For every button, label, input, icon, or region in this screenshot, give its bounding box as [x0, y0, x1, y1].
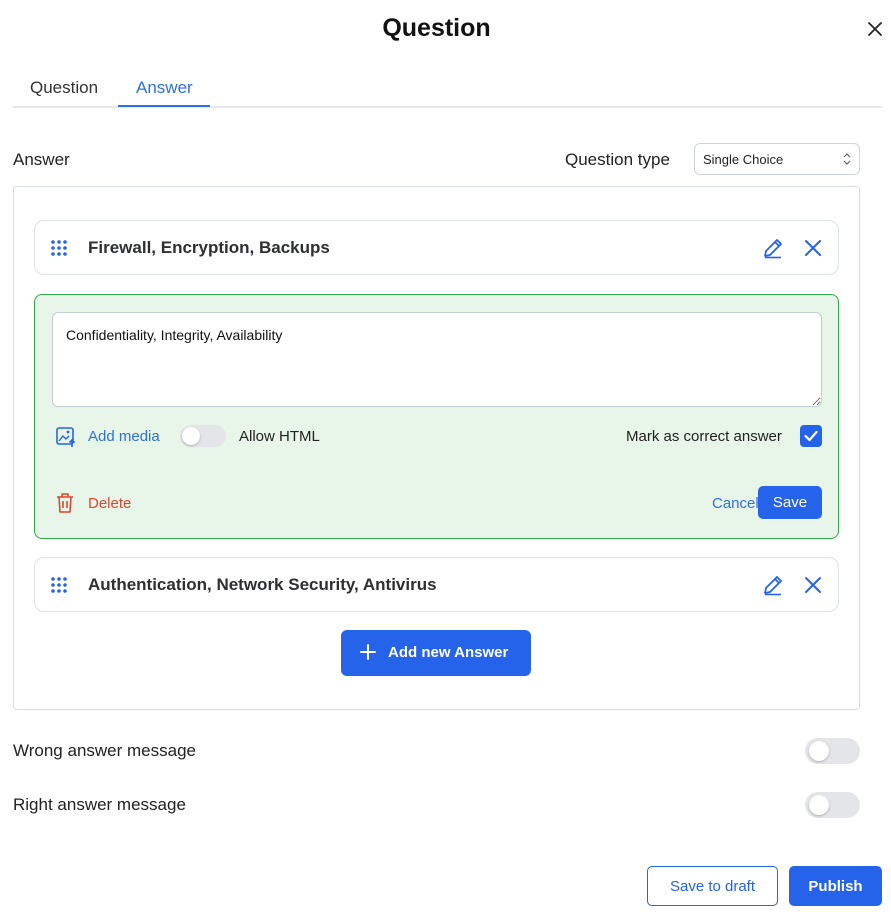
toggle-knob — [809, 741, 829, 761]
select-arrows-icon — [843, 153, 851, 165]
answer-edit-card: Confidentiality, Integrity, Availability… — [34, 294, 839, 539]
answer-item[interactable]: Firewall, Encryption, Backups — [34, 220, 839, 275]
active-tab-indicator — [118, 105, 210, 107]
modal-title: Question — [382, 14, 491, 42]
add-new-answer-label: Add new Answer — [388, 644, 509, 661]
answer-text: Authentication, Network Security, Antivi… — [88, 575, 437, 594]
mark-correct-checkbox[interactable] — [800, 425, 822, 447]
pencil-icon[interactable] — [762, 574, 784, 596]
close-icon[interactable] — [803, 238, 823, 258]
tab-question[interactable]: Question — [30, 78, 98, 98]
right-answer-message-toggle[interactable] — [805, 792, 860, 818]
close-icon[interactable] — [866, 20, 884, 38]
toggle-knob — [809, 795, 829, 815]
allow-html-toggle[interactable] — [180, 425, 226, 447]
toggle-knob — [182, 427, 200, 445]
answer-text: Firewall, Encryption, Backups — [88, 238, 330, 257]
trash-icon[interactable] — [55, 492, 75, 514]
checkmark-icon — [804, 430, 818, 442]
close-icon[interactable] — [803, 575, 823, 595]
tab-answer[interactable]: Answer — [136, 78, 193, 98]
answer-textarea[interactable]: Confidentiality, Integrity, Availability — [52, 312, 822, 407]
delete-button[interactable]: Delete — [88, 495, 131, 512]
wrong-answer-message-toggle[interactable] — [805, 738, 860, 764]
drag-handle-icon[interactable] — [50, 576, 68, 594]
drag-handle-icon[interactable] — [50, 239, 68, 257]
mark-correct-label: Mark as correct answer — [626, 428, 782, 445]
wrong-answer-message-label: Wrong answer message — [13, 741, 196, 760]
pencil-icon[interactable] — [762, 237, 784, 259]
plus-icon — [360, 644, 376, 660]
right-answer-message-label: Right answer message — [13, 795, 186, 814]
add-media-link[interactable]: Add media — [88, 428, 160, 445]
allow-html-label: Allow HTML — [239, 428, 320, 445]
add-new-answer-button[interactable]: Add new Answer — [341, 630, 531, 676]
answer-section-label: Answer — [13, 150, 70, 169]
add-media-icon[interactable] — [55, 426, 77, 448]
save-button[interactable]: Save — [758, 486, 822, 519]
publish-button[interactable]: Publish — [789, 866, 882, 906]
question-type-value: Single Choice — [703, 152, 784, 167]
question-type-label: Question type — [565, 150, 670, 169]
tab-bar: Question Answer — [13, 70, 882, 108]
question-type-select[interactable]: Single Choice — [694, 143, 860, 175]
answers-panel: Firewall, Encryption, Backups Confidenti… — [13, 186, 860, 710]
answer-item[interactable]: Authentication, Network Security, Antivi… — [34, 557, 839, 612]
cancel-button[interactable]: Cancel — [712, 495, 759, 512]
save-to-draft-button[interactable]: Save to draft — [647, 866, 778, 906]
